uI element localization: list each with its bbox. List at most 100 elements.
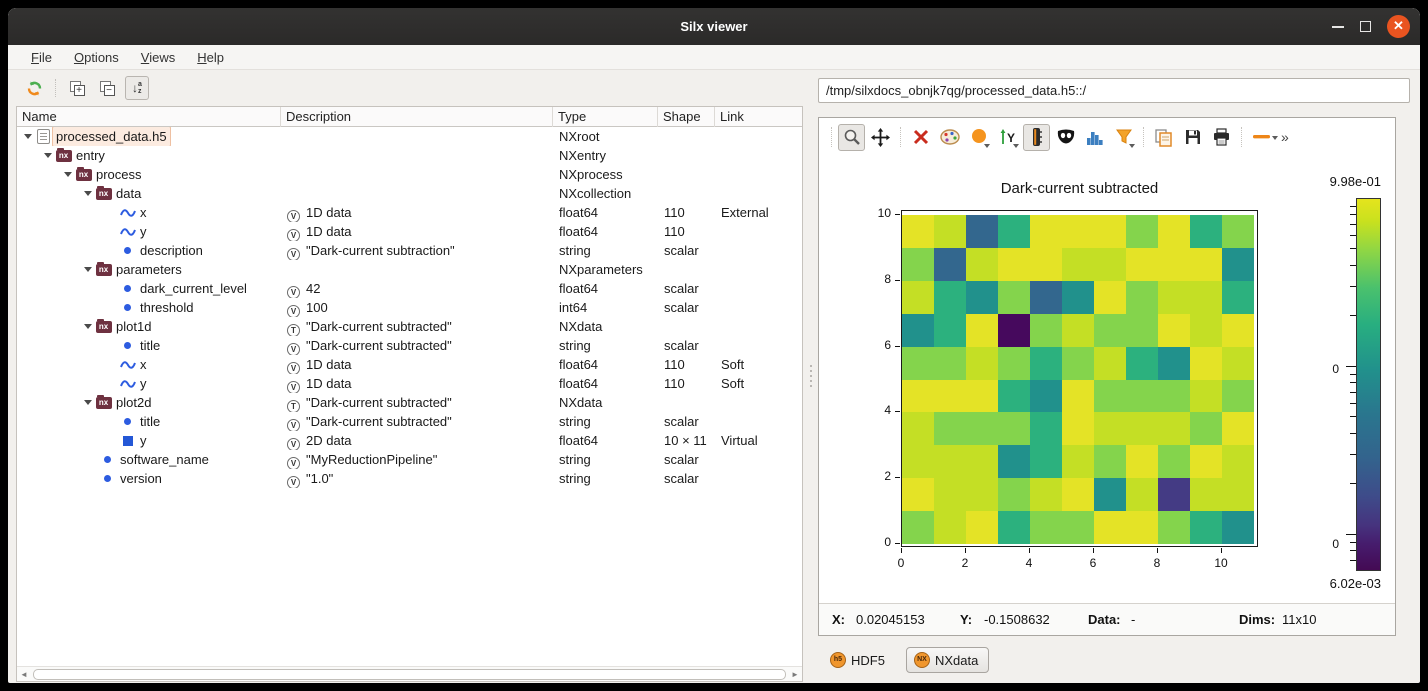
heatmap-cell xyxy=(1158,281,1190,314)
filter-button[interactable] xyxy=(1110,124,1137,151)
heatmap-cell xyxy=(902,445,934,478)
tree-row[interactable]: nxplot1dT"Dark-current subtracted"NXdata xyxy=(17,317,802,336)
tab-hdf5[interactable]: h5 HDF5 xyxy=(822,647,896,673)
scrollbar-thumb[interactable] xyxy=(33,669,786,680)
heatmap-cell xyxy=(1190,248,1222,281)
y-axis-orientation-button[interactable]: Y xyxy=(994,124,1021,151)
palette-icon xyxy=(940,129,960,145)
save-button[interactable] xyxy=(1179,124,1206,151)
tree-row[interactable]: titleV"Dark-current subtracted"stringsca… xyxy=(17,412,802,431)
node-description: "MyReductionPipeline" xyxy=(306,452,437,467)
heatmap-cell xyxy=(966,347,998,380)
node-link xyxy=(715,260,803,279)
heatmap-cell xyxy=(1030,281,1062,314)
tree-row[interactable]: dark_current_levelV42float64scalar xyxy=(17,279,802,298)
tree-row[interactable]: versionV"1.0"stringscalar xyxy=(17,469,802,488)
tab-nxdata[interactable]: NX NXdata xyxy=(906,647,989,673)
heatmap-cell xyxy=(1222,380,1254,413)
heatmap-cell xyxy=(1126,215,1158,248)
expander-icon[interactable] xyxy=(81,400,95,405)
heatmap-cell xyxy=(1158,380,1190,413)
column-header-link[interactable]: Link xyxy=(715,107,803,127)
sort-az-icon: ↓az xyxy=(132,81,142,95)
column-header-shape[interactable]: Shape xyxy=(658,107,715,127)
expander-icon[interactable] xyxy=(81,324,95,329)
node-link xyxy=(715,241,803,260)
node-name: x xyxy=(136,203,151,222)
sort-button[interactable]: ↓az xyxy=(125,76,149,100)
tree-row[interactable]: nxparametersNXparameters xyxy=(17,260,802,279)
heatmap-cell xyxy=(998,248,1030,281)
dropdown-caret-icon xyxy=(1013,144,1019,148)
tree-row[interactable]: yV1D datafloat64110 xyxy=(17,222,802,241)
save-icon xyxy=(1184,128,1202,146)
heatmap-cell xyxy=(934,511,966,544)
tree-row[interactable]: software_nameV"MyReductionPipeline"strin… xyxy=(17,450,802,469)
aggregation-mode-button[interactable] xyxy=(965,124,992,151)
heatmap-cell xyxy=(1126,478,1158,511)
copy-button[interactable] xyxy=(1150,124,1177,151)
tree-row[interactable]: xV1D datafloat64110External xyxy=(17,203,802,222)
toolbar-separator xyxy=(1241,127,1242,147)
node-description: 42 xyxy=(306,281,320,296)
tree-row[interactable]: nxdataNXcollection xyxy=(17,184,802,203)
tree-row[interactable]: processed_data.h5NXroot xyxy=(17,127,802,146)
panel-splitter[interactable] xyxy=(803,70,818,682)
toolbar-overflow-button[interactable]: » xyxy=(1281,129,1288,145)
mask-button[interactable] xyxy=(1052,124,1079,151)
status-data-label: Data: xyxy=(1088,612,1121,627)
zoom-mode-button[interactable] xyxy=(838,124,865,151)
title-bar[interactable]: Silx viewer ✕ xyxy=(8,8,1420,45)
mask-icon xyxy=(1056,129,1076,146)
expander-icon[interactable] xyxy=(61,172,75,177)
heatmap-cell xyxy=(1222,248,1254,281)
tree-row[interactable]: nxplot2dT"Dark-current subtracted"NXdata xyxy=(17,393,802,412)
node-shape xyxy=(658,393,715,412)
dropdown-caret-icon xyxy=(984,144,990,148)
pan-mode-button[interactable] xyxy=(867,124,894,151)
expander-icon[interactable] xyxy=(81,191,95,196)
menu-views[interactable]: Views xyxy=(132,48,184,67)
horizontal-scrollbar[interactable]: ◄ ► xyxy=(17,666,802,681)
colorbar[interactable] xyxy=(1356,198,1381,571)
tree-row[interactable]: nxentryNXentry xyxy=(17,146,802,165)
expander-icon[interactable] xyxy=(41,153,55,158)
node-name: version xyxy=(116,469,166,488)
profile-line-button[interactable] xyxy=(1248,124,1275,151)
refresh-button[interactable] xyxy=(22,76,46,100)
tree-row[interactable]: xV1D datafloat64110Soft xyxy=(17,355,802,374)
colormap-button[interactable] xyxy=(936,124,963,151)
scroll-left-icon[interactable]: ◄ xyxy=(17,667,31,682)
menu-file[interactable]: File xyxy=(22,48,61,67)
tree-row[interactable]: thresholdV100int64scalar xyxy=(17,298,802,317)
scroll-right-icon[interactable]: ► xyxy=(788,667,802,682)
histogram-button[interactable] xyxy=(1081,124,1108,151)
tree-row[interactable]: yV2D datafloat6410 × 11Virtual xyxy=(17,431,802,450)
column-header-type[interactable]: Type xyxy=(553,107,658,127)
maximize-button[interactable] xyxy=(1360,21,1371,32)
column-header-description[interactable]: Description xyxy=(281,107,553,127)
hdf5-icon: h5 xyxy=(830,652,846,668)
expander-icon[interactable] xyxy=(81,267,95,272)
collapse-all-button[interactable]: − xyxy=(95,76,119,100)
tree-row[interactable]: nxprocessNXprocess xyxy=(17,165,802,184)
tree-row[interactable]: yV1D datafloat64110Soft xyxy=(17,374,802,393)
heatmap-cell xyxy=(1062,511,1094,544)
menu-options[interactable]: Options xyxy=(65,48,128,67)
menu-help[interactable]: Help xyxy=(188,48,233,67)
node-type: NXdata xyxy=(553,393,658,412)
expand-all-button[interactable]: + xyxy=(65,76,89,100)
colorbar-toggle-button[interactable] xyxy=(1023,124,1050,151)
plot-canvas[interactable]: Dark-current subtracted 02468100246810 9… xyxy=(819,156,1395,603)
dot-icon xyxy=(119,285,136,292)
close-button[interactable]: ✕ xyxy=(1387,15,1410,38)
node-type: string xyxy=(553,469,658,488)
column-header-name[interactable]: Name xyxy=(17,107,281,127)
minimize-button[interactable] xyxy=(1332,26,1344,28)
print-button[interactable] xyxy=(1208,124,1235,151)
tree-row[interactable]: descriptionV"Dark-current subtraction"st… xyxy=(17,241,802,260)
reset-zoom-button[interactable] xyxy=(907,124,934,151)
expander-icon[interactable] xyxy=(21,134,35,139)
dataset-path-field[interactable]: /tmp/silxdocs_obnjk7qg/processed_data.h5… xyxy=(818,78,1410,103)
tree-row[interactable]: titleV"Dark-current subtracted"stringsca… xyxy=(17,336,802,355)
